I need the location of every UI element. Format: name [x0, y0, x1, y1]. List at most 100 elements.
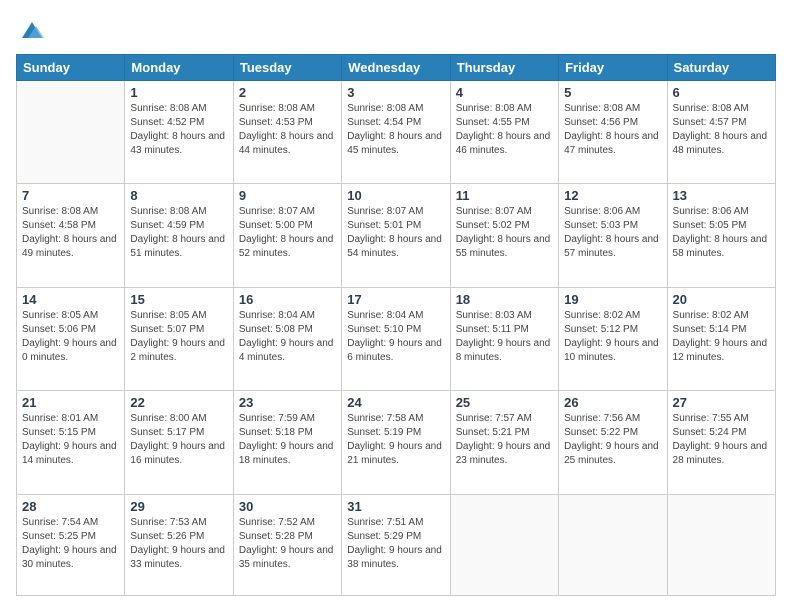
day-number: 14 [22, 292, 119, 307]
header [16, 16, 776, 44]
day-info: Sunrise: 8:06 AMSunset: 5:03 PMDaylight:… [564, 205, 661, 261]
day-info: Sunrise: 7:54 AMSunset: 5:25 PMDaylight:… [22, 516, 119, 572]
calendar-day-cell: 3Sunrise: 8:08 AMSunset: 4:54 PMDaylight… [342, 81, 450, 184]
day-number: 7 [22, 188, 119, 203]
calendar-day-cell: 29 Sunrise: 7:53 AMSunset: 5:26 PMDayligh… [125, 494, 233, 595]
day-info: Sunrise: 8:07 AMSunset: 5:01 PMDaylight:… [347, 205, 444, 261]
calendar-day-cell: 26 Sunrise: 7:56 AMSunset: 5:22 PMDayligh… [559, 391, 667, 494]
day-info: Sunrise: 8:04 AMSunset: 5:08 PMDaylight:… [239, 309, 336, 365]
day-number: 1 [130, 85, 227, 100]
day-info: Sunrise: 8:08 AMSunset: 4:55 PMDaylight:… [456, 102, 553, 158]
day-number: 9 [239, 188, 336, 203]
calendar-day-cell: 2 Sunrise: 8:08 AMSunset: 4:53 PMDaylight… [233, 81, 341, 184]
day-number: 12 [564, 188, 661, 203]
day-number: 22 [130, 395, 227, 410]
calendar-day-cell: 31Sunrise: 7:51 AMSunset: 5:29 PMDayligh… [342, 494, 450, 595]
day-info: Sunrise: 7:59 AMSunset: 5:18 PMDaylight:… [239, 412, 336, 468]
calendar-day-cell [559, 494, 667, 595]
weekday-header-row: SundayMondayTuesdayWednesdayThursdayFrid… [17, 55, 776, 81]
day-number: 20 [673, 292, 770, 307]
weekday-header: Thursday [450, 55, 558, 81]
calendar-day-cell: 15Sunrise: 8:05 AMSunset: 5:07 PMDayligh… [125, 287, 233, 390]
calendar-day-cell: 27 Sunrise: 7:55 AMSunset: 5:24 PMDayligh… [667, 391, 775, 494]
calendar-day-cell: 20 Sunrise: 8:02 AMSunset: 5:14 PMDayligh… [667, 287, 775, 390]
calendar-day-cell: 6 Sunrise: 8:08 AMSunset: 4:57 PMDaylight… [667, 81, 775, 184]
calendar-day-cell: 24 Sunrise: 7:58 AMSunset: 5:19 PMDayligh… [342, 391, 450, 494]
day-info: Sunrise: 7:58 AMSunset: 5:19 PMDaylight:… [347, 412, 444, 468]
calendar-day-cell: 8 Sunrise: 8:08 AMSunset: 4:59 PMDaylight… [125, 184, 233, 287]
calendar-day-cell: 9 Sunrise: 8:07 AMSunset: 5:00 PMDaylight… [233, 184, 341, 287]
day-number: 28 [22, 499, 119, 514]
day-number: 10 [347, 188, 444, 203]
day-number: 31 [347, 499, 444, 514]
day-info: Sunrise: 8:02 AMSunset: 5:12 PMDaylight:… [564, 309, 661, 365]
day-number: 2 [239, 85, 336, 100]
day-number: 6 [673, 85, 770, 100]
logo-icon [18, 16, 46, 44]
day-info: Sunrise: 8:02 AMSunset: 5:14 PMDaylight:… [673, 309, 770, 365]
day-number: 21 [22, 395, 119, 410]
calendar-day-cell: 21 Sunrise: 8:01 AMSunset: 5:15 PMDayligh… [17, 391, 125, 494]
day-number: 24 [347, 395, 444, 410]
day-info: Sunrise: 7:55 AMSunset: 5:24 PMDaylight:… [673, 412, 770, 468]
logo [16, 16, 46, 44]
day-number: 8 [130, 188, 227, 203]
day-number: 23 [239, 395, 336, 410]
weekday-header: Sunday [17, 55, 125, 81]
calendar-week-row: 14Sunrise: 8:05 AMSunset: 5:06 PMDayligh… [17, 287, 776, 390]
day-number: 26 [564, 395, 661, 410]
day-number: 18 [456, 292, 553, 307]
calendar-day-cell: 25Sunrise: 7:57 AMSunset: 5:21 PMDayligh… [450, 391, 558, 494]
calendar-day-cell: 4Sunrise: 8:08 AMSunset: 4:55 PMDaylight… [450, 81, 558, 184]
day-number: 17 [347, 292, 444, 307]
day-info: Sunrise: 8:06 AMSunset: 5:05 PMDaylight:… [673, 205, 770, 261]
calendar-day-cell: 18 Sunrise: 8:03 AMSunset: 5:11 PMDayligh… [450, 287, 558, 390]
day-info: Sunrise: 8:08 AMSunset: 4:56 PMDaylight:… [564, 102, 661, 158]
calendar-day-cell: 11 Sunrise: 8:07 AMSunset: 5:02 PMDayligh… [450, 184, 558, 287]
day-number: 19 [564, 292, 661, 307]
day-info: Sunrise: 8:03 AMSunset: 5:11 PMDaylight:… [456, 309, 553, 365]
calendar-day-cell [17, 81, 125, 184]
day-number: 27 [673, 395, 770, 410]
day-number: 16 [239, 292, 336, 307]
calendar-day-cell: 19 Sunrise: 8:02 AMSunset: 5:12 PMDayligh… [559, 287, 667, 390]
day-number: 3 [347, 85, 444, 100]
calendar-day-cell: 14Sunrise: 8:05 AMSunset: 5:06 PMDayligh… [17, 287, 125, 390]
calendar-day-cell: 10 Sunrise: 8:07 AMSunset: 5:01 PMDayligh… [342, 184, 450, 287]
day-info: Sunrise: 8:07 AMSunset: 5:00 PMDaylight:… [239, 205, 336, 261]
day-info: Sunrise: 8:00 AMSunset: 5:17 PMDaylight:… [130, 412, 227, 468]
calendar-week-row: 1 Sunrise: 8:08 AMSunset: 4:52 PMDaylight… [17, 81, 776, 184]
calendar-day-cell [667, 494, 775, 595]
calendar-day-cell: 28 Sunrise: 7:54 AMSunset: 5:25 PMDayligh… [17, 494, 125, 595]
calendar-week-row: 28 Sunrise: 7:54 AMSunset: 5:25 PMDayligh… [17, 494, 776, 595]
day-number: 25 [456, 395, 553, 410]
day-info: Sunrise: 8:05 AMSunset: 5:07 PMDaylight:… [130, 309, 227, 365]
day-info: Sunrise: 8:08 AMSunset: 4:58 PMDaylight:… [22, 205, 119, 261]
weekday-header: Tuesday [233, 55, 341, 81]
day-info: Sunrise: 7:53 AMSunset: 5:26 PMDaylight:… [130, 516, 227, 572]
calendar-week-row: 21 Sunrise: 8:01 AMSunset: 5:15 PMDayligh… [17, 391, 776, 494]
calendar-table: SundayMondayTuesdayWednesdayThursdayFrid… [16, 54, 776, 596]
calendar-day-cell: 13 Sunrise: 8:06 AMSunset: 5:05 PMDayligh… [667, 184, 775, 287]
calendar-day-cell: 12 Sunrise: 8:06 AMSunset: 5:03 PMDayligh… [559, 184, 667, 287]
day-number: 11 [456, 188, 553, 203]
day-info: Sunrise: 8:08 AMSunset: 4:53 PMDaylight:… [239, 102, 336, 158]
page: SundayMondayTuesdayWednesdayThursdayFrid… [0, 0, 792, 612]
calendar-day-cell: 22 Sunrise: 8:00 AMSunset: 5:17 PMDayligh… [125, 391, 233, 494]
day-info: Sunrise: 8:01 AMSunset: 5:15 PMDaylight:… [22, 412, 119, 468]
calendar-day-cell: 5Sunrise: 8:08 AMSunset: 4:56 PMDaylight… [559, 81, 667, 184]
day-info: Sunrise: 8:07 AMSunset: 5:02 PMDaylight:… [456, 205, 553, 261]
day-info: Sunrise: 8:04 AMSunset: 5:10 PMDaylight:… [347, 309, 444, 365]
day-number: 29 [130, 499, 227, 514]
day-number: 13 [673, 188, 770, 203]
weekday-header: Friday [559, 55, 667, 81]
weekday-header: Wednesday [342, 55, 450, 81]
calendar-day-cell: 7 Sunrise: 8:08 AMSunset: 4:58 PMDaylight… [17, 184, 125, 287]
calendar-day-cell: 1 Sunrise: 8:08 AMSunset: 4:52 PMDaylight… [125, 81, 233, 184]
day-info: Sunrise: 8:08 AMSunset: 4:57 PMDaylight:… [673, 102, 770, 158]
calendar-week-row: 7 Sunrise: 8:08 AMSunset: 4:58 PMDaylight… [17, 184, 776, 287]
day-info: Sunrise: 8:08 AMSunset: 4:59 PMDaylight:… [130, 205, 227, 261]
day-info: Sunrise: 7:56 AMSunset: 5:22 PMDaylight:… [564, 412, 661, 468]
day-number: 30 [239, 499, 336, 514]
day-info: Sunrise: 8:08 AMSunset: 4:52 PMDaylight:… [130, 102, 227, 158]
